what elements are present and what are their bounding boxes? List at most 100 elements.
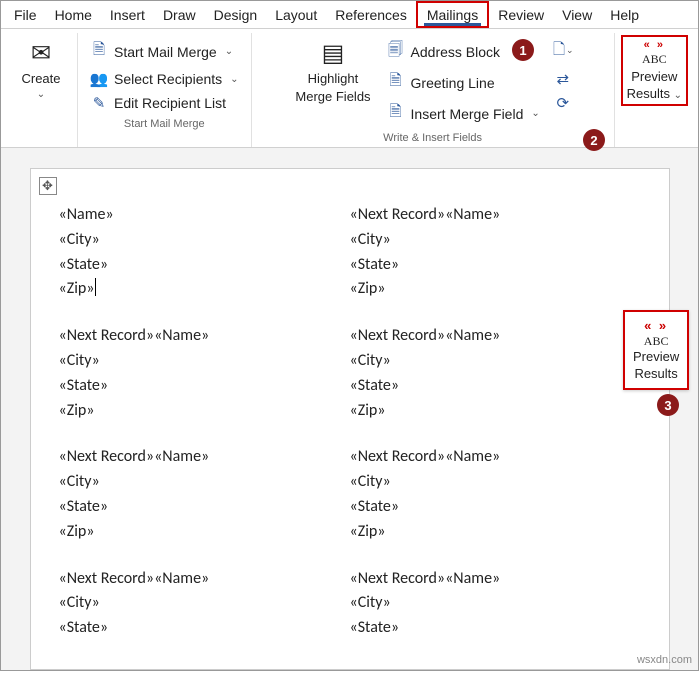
merge-field-line: «Next Record»«Name» (350, 324, 641, 349)
greeting-line-button[interactable]: 🗎 Greeting Line (381, 68, 546, 97)
group-preview: « » ABC Preview Results ⌄ (615, 33, 694, 147)
chevron-down-icon: ⌄ (674, 90, 682, 101)
edit-list-icon: ✎ (90, 94, 108, 112)
tab-mailings[interactable]: Mailings (416, 1, 489, 28)
create-label: Create (21, 71, 60, 87)
tab-design[interactable]: Design (205, 3, 267, 26)
group-start-mail-merge: 🗎 Start Mail Merge ⌄ 👥 Select Recipients… (78, 33, 252, 147)
select-recipients-button[interactable]: 👥 Select Recipients ⌄ (84, 68, 245, 90)
address-block-label: Address Block (411, 44, 500, 60)
merge-field-line: «Zip» (350, 520, 641, 545)
select-recipients-label: Select Recipients (114, 71, 222, 87)
label-grid: «Name»«City»«State»«Zip»«Next Record»«Na… (59, 199, 641, 659)
rules-column: 🗋⌄ ⇄ ⟳ (550, 35, 576, 112)
merge-field-line: «City» (350, 349, 641, 374)
highlight-label-2: Merge Fields (295, 89, 370, 105)
watermark: wsxdn.com (637, 654, 692, 666)
create-button[interactable]: ✉ Create ⌄ (11, 35, 71, 105)
merge-field-line: «City» (59, 470, 350, 495)
update-labels-button[interactable]: ⟳ (552, 94, 574, 112)
envelope-icon: ✉ (31, 39, 51, 69)
preview-arrows-icon: « » (644, 39, 665, 52)
merge-field-line: «State» (59, 616, 350, 641)
preview-results-popup[interactable]: « » ABC Preview Results (623, 310, 689, 390)
merge-field-line: «Next Record»«Name» (59, 567, 350, 592)
chevron-down-icon: ⌄ (225, 46, 233, 57)
document-page[interactable]: ✥ «Name»«City»«State»«Zip»«Next Record»«… (30, 168, 670, 670)
preview-results-button[interactable]: « » ABC Preview Results ⌄ (621, 35, 688, 106)
start-merge-icon: 🗎 (90, 39, 108, 64)
merge-field-line: «State» (350, 374, 641, 399)
chevron-down-icon: ⌄ (37, 89, 45, 101)
address-block-icon: 🗐 (387, 39, 405, 64)
merge-field-line: «City» (350, 470, 641, 495)
tab-file[interactable]: File (5, 3, 46, 26)
match-fields-button[interactable]: ⇄ (552, 70, 574, 88)
table-move-handle[interactable]: ✥ (39, 177, 57, 195)
edit-recipient-list-label: Edit Recipient List (114, 95, 226, 111)
merge-field-line: «State» (350, 616, 641, 641)
group-label-start: Start Mail Merge (84, 116, 245, 133)
tab-review[interactable]: Review (489, 3, 553, 26)
merge-field-line: «Next Record»«Name» (350, 203, 641, 228)
tab-insert[interactable]: Insert (101, 3, 154, 26)
label-cell[interactable]: «Next Record»«Name»«City»«State»«Zip» (350, 199, 641, 320)
label-cell[interactable]: «Name»«City»«State»«Zip» (59, 199, 350, 320)
popup-line2: Results (633, 366, 679, 382)
popup-line1: Preview (633, 349, 679, 365)
merge-field-line: «Zip» (350, 277, 641, 302)
insert-merge-field-button[interactable]: 🗎 Insert Merge Field ⌄ (381, 99, 546, 128)
group-write-insert: ▤ Highlight Merge Fields 🗐 Address Block… (252, 33, 615, 147)
merge-field-line: «Zip» (59, 277, 350, 302)
label-cell[interactable]: «Next Record»«Name»«City»«State»«Zip» (59, 441, 350, 562)
ribbon-tabs: File Home Insert Draw Design Layout Refe… (1, 1, 698, 29)
greeting-icon: 🗎 (387, 70, 405, 95)
merge-field-line: «Next Record»«Name» (350, 445, 641, 470)
start-mail-merge-label: Start Mail Merge (114, 44, 217, 60)
label-cell[interactable]: «Next Record»«Name»«City»«State»«Zip» (350, 320, 641, 441)
highlight-merge-fields-button[interactable]: ▤ Highlight Merge Fields (289, 35, 376, 108)
merge-field-line: «State» (59, 374, 350, 399)
insert-merge-field-label: Insert Merge Field (411, 106, 524, 122)
rules-button[interactable]: 🗋⌄ (552, 39, 574, 64)
callout-2: 2 (583, 129, 605, 151)
preview-label-2: Results (627, 86, 670, 101)
tab-home[interactable]: Home (46, 3, 101, 26)
merge-field-line: «Zip» (350, 399, 641, 424)
label-cell[interactable]: «Next Record»«Name»«City»«State»«Zip» (59, 320, 350, 441)
merge-field-line: «Next Record»«Name» (59, 324, 350, 349)
highlight-label-1: Highlight (308, 71, 359, 87)
merge-field-line: «Zip» (59, 399, 350, 424)
tab-references[interactable]: References (326, 3, 416, 26)
start-mail-merge-button[interactable]: 🗎 Start Mail Merge ⌄ (84, 37, 245, 66)
recipients-icon: 👥 (90, 70, 108, 88)
preview-abc: ABC (642, 52, 667, 66)
group-label-preview (621, 106, 688, 123)
group-create: ✉ Create ⌄ (5, 33, 78, 147)
label-cell[interactable]: «Next Record»«Name»«City»«State» (59, 563, 350, 659)
tab-layout[interactable]: Layout (266, 3, 326, 26)
merge-field-line: «City» (350, 228, 641, 253)
insert-field-icon: 🗎 (387, 101, 405, 126)
tab-draw[interactable]: Draw (154, 3, 205, 26)
merge-field-line: «State» (350, 253, 641, 278)
label-cell[interactable]: «Next Record»«Name»«City»«State»«Zip» (350, 441, 641, 562)
preview-arrows-icon: « » (633, 318, 679, 334)
chevron-down-icon: ⌄ (531, 108, 539, 119)
preview-label-1: Preview (631, 69, 677, 85)
popup-abc: ABC (633, 334, 679, 349)
merge-field-line: «City» (59, 591, 350, 616)
chevron-down-icon: ⌄ (230, 74, 238, 85)
highlight-icon: ▤ (322, 39, 345, 69)
tab-view[interactable]: View (553, 3, 601, 26)
merge-field-line: «State» (59, 495, 350, 520)
merge-field-line: «City» (59, 228, 350, 253)
merge-field-line: «Name» (59, 203, 350, 228)
merge-field-line: «State» (59, 253, 350, 278)
merge-field-line: «Next Record»«Name» (59, 445, 350, 470)
tab-help[interactable]: Help (601, 3, 648, 26)
label-cell[interactable]: «Next Record»«Name»«City»«State» (350, 563, 641, 659)
edit-recipient-list-button[interactable]: ✎ Edit Recipient List (84, 92, 245, 114)
document-area: ✥ «Name»«City»«State»«Zip»«Next Record»«… (1, 148, 698, 670)
greeting-line-label: Greeting Line (411, 75, 495, 91)
